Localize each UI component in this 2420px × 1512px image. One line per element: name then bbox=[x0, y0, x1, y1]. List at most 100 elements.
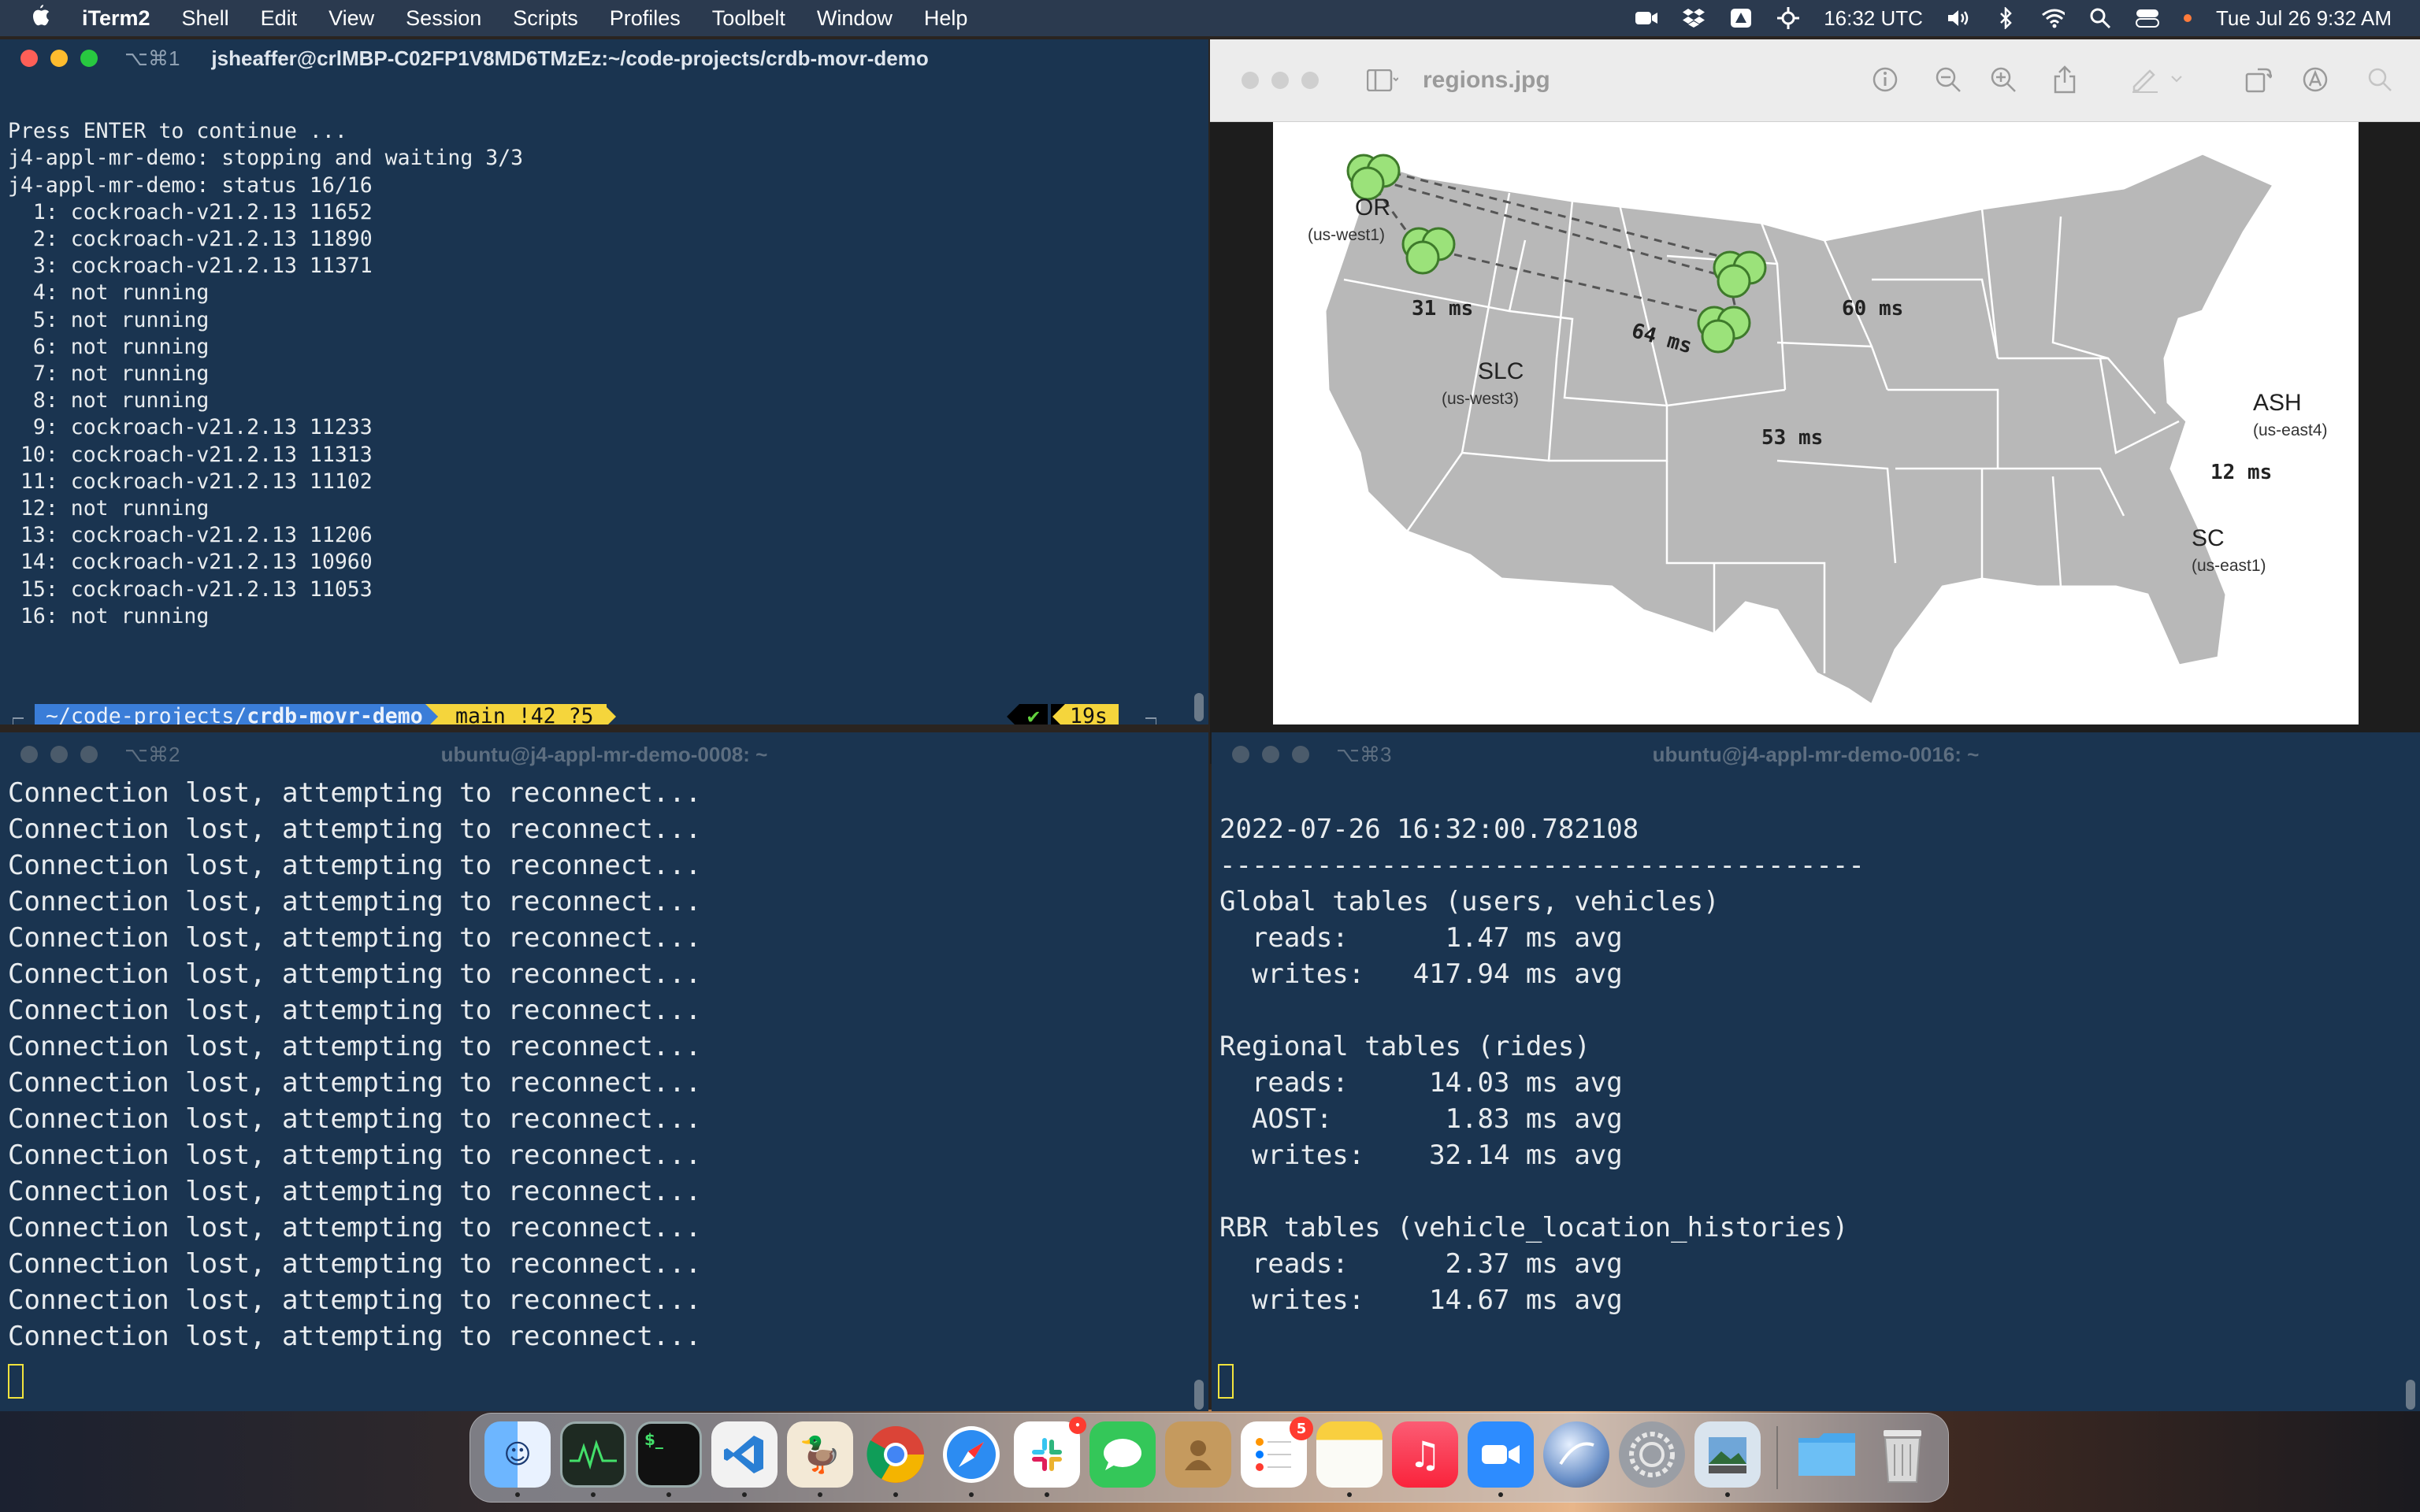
reminders-icon[interactable]: 5 bbox=[1241, 1417, 1313, 1488]
preview-window[interactable]: regions.jpg OR (us-west1) SLC (us-west3)… bbox=[1210, 39, 2420, 764]
trash-icon[interactable] bbox=[1869, 1421, 1936, 1488]
menu-app-name[interactable]: iTerm2 bbox=[82, 6, 150, 31]
iterm-window-2[interactable]: ⌥⌘2 ubuntu@j4-appl-mr-demo-0008: ~ Conne… bbox=[0, 732, 1208, 1411]
terminal-line: 13: cockroach-v21.2.13 11206 bbox=[8, 523, 373, 548]
preview-app-icon[interactable] bbox=[1694, 1421, 1761, 1488]
terminal-line: Connection lost, attempting to reconnect… bbox=[8, 1067, 702, 1099]
region-label-ash: ASH bbox=[2253, 390, 2302, 416]
safari-icon[interactable] bbox=[938, 1421, 1004, 1488]
zoom-icon[interactable] bbox=[1468, 1421, 1534, 1488]
menu-session[interactable]: Session bbox=[406, 6, 481, 31]
apple-icon[interactable] bbox=[28, 2, 50, 34]
markup-toolbar-icon[interactable] bbox=[2299, 63, 2332, 96]
scrollbar[interactable] bbox=[1194, 693, 1204, 721]
music-icon[interactable]: ♫ bbox=[1392, 1421, 1458, 1488]
running-indicator bbox=[515, 1492, 520, 1497]
contacts-icon[interactable] bbox=[1165, 1421, 1231, 1488]
terminal-line: Connection lost, attempting to reconnect… bbox=[8, 777, 702, 809]
terminal-line: Connection lost, attempting to reconnect… bbox=[8, 1176, 702, 1207]
messages-icon[interactable] bbox=[1089, 1421, 1156, 1488]
sidebar-toggle-icon[interactable] bbox=[1366, 64, 1399, 97]
markup-chevron-icon[interactable] bbox=[2160, 63, 2193, 96]
downloads-folder-icon[interactable] bbox=[1794, 1421, 1860, 1488]
terminal-line: Connection lost, attempting to reconnect… bbox=[8, 958, 702, 990]
terminal-output[interactable]: 2022-07-26 16:32:00.782108 --------------… bbox=[1219, 775, 2396, 1318]
close-button[interactable] bbox=[1242, 72, 1259, 89]
scrollbar[interactable] bbox=[2406, 1380, 2415, 1410]
latency-slc-sc: 53 ms bbox=[1761, 426, 1824, 450]
drive-icon[interactable] bbox=[1729, 8, 1753, 28]
terminal-line: reads: 1.47 ms avg bbox=[1219, 922, 1623, 954]
menu-edit[interactable]: Edit bbox=[261, 6, 298, 31]
iterm-window-1[interactable]: ⌥⌘1 jsheaffer@crlMBP-C02FP1V8MD6TMzEz:~/… bbox=[0, 39, 1208, 724]
search-icon[interactable] bbox=[2363, 63, 2396, 96]
terminal-line: reads: 2.37 ms avg bbox=[1219, 1248, 1623, 1280]
network-utility-icon[interactable] bbox=[1543, 1421, 1609, 1488]
terminal-line: RBR tables (vehicle_location_histories) bbox=[1219, 1212, 1849, 1243]
terminal-line: 12: not running bbox=[8, 496, 210, 521]
terminal-line: 10: cockroach-v21.2.13 11313 bbox=[8, 442, 373, 467]
zoom-status-icon[interactable] bbox=[1635, 8, 1658, 28]
region-label-sc: SC bbox=[2192, 525, 2225, 551]
preview-toolbar[interactable]: regions.jpg bbox=[1210, 39, 2420, 122]
terminal-line: Connection lost, attempting to reconnect… bbox=[8, 1212, 702, 1243]
terminal-icon[interactable]: $_ bbox=[636, 1421, 702, 1488]
running-indicator bbox=[893, 1492, 898, 1497]
markup-pen-icon[interactable] bbox=[2129, 63, 2162, 96]
running-indicator bbox=[742, 1492, 747, 1497]
activity-monitor-icon[interactable] bbox=[560, 1421, 626, 1488]
vscode-icon[interactable] bbox=[711, 1421, 778, 1488]
title-bar[interactable]: ⌥⌘2 ubuntu@j4-appl-mr-demo-0008: ~ bbox=[0, 732, 1208, 776]
terminal-line: 6: not running bbox=[8, 334, 210, 359]
finder-icon[interactable]: ☺ bbox=[484, 1421, 551, 1488]
utc-clock[interactable]: 16:32 UTC bbox=[1824, 6, 1923, 31]
menu-window[interactable]: Window bbox=[817, 6, 893, 31]
dropbox-icon[interactable] bbox=[1682, 8, 1706, 28]
dock-separator bbox=[1776, 1426, 1778, 1489]
prompt-frame-lines bbox=[13, 717, 1156, 724]
region-label-or: OR bbox=[1355, 195, 1390, 220]
rotate-icon[interactable] bbox=[2242, 63, 2275, 96]
cyberduck-icon[interactable]: 🦆 bbox=[787, 1421, 853, 1488]
menu-help[interactable]: Help bbox=[924, 6, 968, 31]
zoom-button[interactable] bbox=[80, 50, 98, 67]
share-icon[interactable] bbox=[2048, 63, 2081, 96]
wifi-icon[interactable] bbox=[2041, 8, 2065, 28]
slack-icon[interactable]: • bbox=[1014, 1417, 1086, 1488]
zoom-out-icon[interactable] bbox=[1932, 63, 1965, 96]
control-center-icon[interactable] bbox=[2135, 8, 2159, 28]
system-preferences-icon[interactable] bbox=[1619, 1421, 1685, 1488]
window-title: ubuntu@j4-appl-mr-demo-0008: ~ bbox=[440, 742, 768, 766]
close-button[interactable] bbox=[20, 50, 38, 67]
notes-icon[interactable] bbox=[1316, 1421, 1383, 1488]
terminal-line: 5: not running bbox=[8, 307, 210, 332]
terminal-line: Global tables (users, vehicles) bbox=[1219, 886, 1720, 917]
bluetooth-icon[interactable] bbox=[1994, 7, 2017, 29]
terminal-line: Connection lost, attempting to reconnect… bbox=[8, 1284, 702, 1316]
menu-toolbelt[interactable]: Toolbelt bbox=[712, 6, 785, 31]
terminal-output[interactable]: Connection lost, attempting to reconnect… bbox=[8, 775, 1185, 1354]
menubar-clock[interactable]: Tue Jul 26 9:32 AM bbox=[2216, 6, 2392, 31]
zoom-in-icon[interactable] bbox=[1987, 63, 2020, 96]
terminal-line: Connection lost, attempting to reconnect… bbox=[8, 1321, 702, 1352]
minimize-button[interactable] bbox=[1271, 72, 1289, 89]
scrollbar[interactable] bbox=[1194, 1380, 1204, 1410]
title-bar[interactable]: ⌥⌘3 ubuntu@j4-appl-mr-demo-0016: ~ bbox=[1212, 732, 2420, 776]
menu-scripts[interactable]: Scripts bbox=[513, 6, 578, 31]
minimize-button[interactable] bbox=[50, 50, 68, 67]
spotlight-icon[interactable] bbox=[2088, 8, 2112, 29]
chrome-icon[interactable] bbox=[863, 1421, 929, 1488]
notification-dot-icon[interactable] bbox=[2183, 8, 2192, 28]
iterm-window-3[interactable]: ⌥⌘3 ubuntu@j4-appl-mr-demo-0016: ~ 2022-… bbox=[1212, 732, 2420, 1411]
running-indicator bbox=[1725, 1492, 1730, 1497]
terminal-line: 14: cockroach-v21.2.13 10960 bbox=[8, 550, 373, 575]
move-window-icon[interactable] bbox=[1776, 7, 1800, 29]
info-icon[interactable] bbox=[1869, 63, 1902, 96]
volume-icon[interactable] bbox=[1947, 8, 1970, 28]
menu-view[interactable]: View bbox=[328, 6, 374, 31]
zoom-button[interactable] bbox=[1301, 72, 1319, 89]
menu-shell[interactable]: Shell bbox=[182, 6, 229, 31]
terminal-output[interactable]: Press ENTER to continue ... j4-appl-mr-de… bbox=[8, 91, 1185, 630]
menu-profiles[interactable]: Profiles bbox=[610, 6, 681, 31]
title-bar[interactable]: ⌥⌘1 jsheaffer@crlMBP-C02FP1V8MD6TMzEz:~/… bbox=[0, 39, 1208, 77]
